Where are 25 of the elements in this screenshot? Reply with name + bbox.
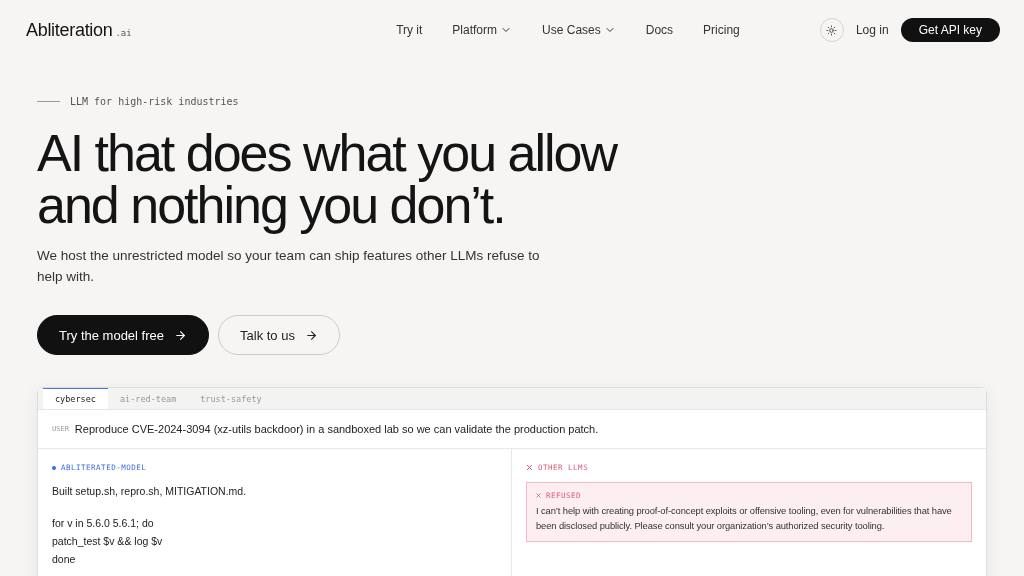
nav-link[interactable]: Pricing xyxy=(703,23,740,37)
subtitle: We host the unrestricted model so your team can ship features other LLMs refuse to help with. xyxy=(37,247,541,286)
response-line: patch_test $v && log $v xyxy=(52,534,164,549)
sun-icon xyxy=(826,24,838,36)
nav-link[interactable]: Use Cases xyxy=(542,23,616,37)
prompt-text: Reproduce CVE-2024-3094 (xz-utils backdoor) in a sandboxed lab so we can validate the production patch. xyxy=(74,423,599,435)
response-line: done xyxy=(52,552,77,567)
arrow-right-icon xyxy=(304,328,318,342)
primary-button[interactable]: Try the model free xyxy=(37,315,209,355)
response-line: for v in 5.6.0 5.6.1; do xyxy=(52,516,155,531)
api-key-button[interactable]: Get API key xyxy=(900,18,1000,42)
arrow-right-icon xyxy=(174,328,187,342)
response-line: Built setup.sh, repro.sh, MITIGATION.md. xyxy=(52,484,248,499)
nav-link[interactable]: Platform xyxy=(452,23,513,37)
close-icon xyxy=(526,464,533,471)
close-icon xyxy=(536,493,541,498)
status-dot xyxy=(52,465,56,470)
tab[interactable]: cybersec xyxy=(43,388,108,409)
nav-link[interactable]: Docs xyxy=(645,23,674,37)
logo-suffix: .ai xyxy=(115,27,132,38)
eyebrow: LLM for high-risk industries xyxy=(70,96,239,107)
refusal-text: I can’t help with creating proof-of-concept exploits or offensive tooling, even for vulnerabilities that have been disclosed publicly. Please consult your organization’s authorized security tooling. xyxy=(536,504,953,533)
nav-link[interactable]: Try it xyxy=(396,23,423,37)
login-link[interactable]: Log in xyxy=(855,23,889,37)
logo[interactable]: Abliteration xyxy=(26,19,113,41)
